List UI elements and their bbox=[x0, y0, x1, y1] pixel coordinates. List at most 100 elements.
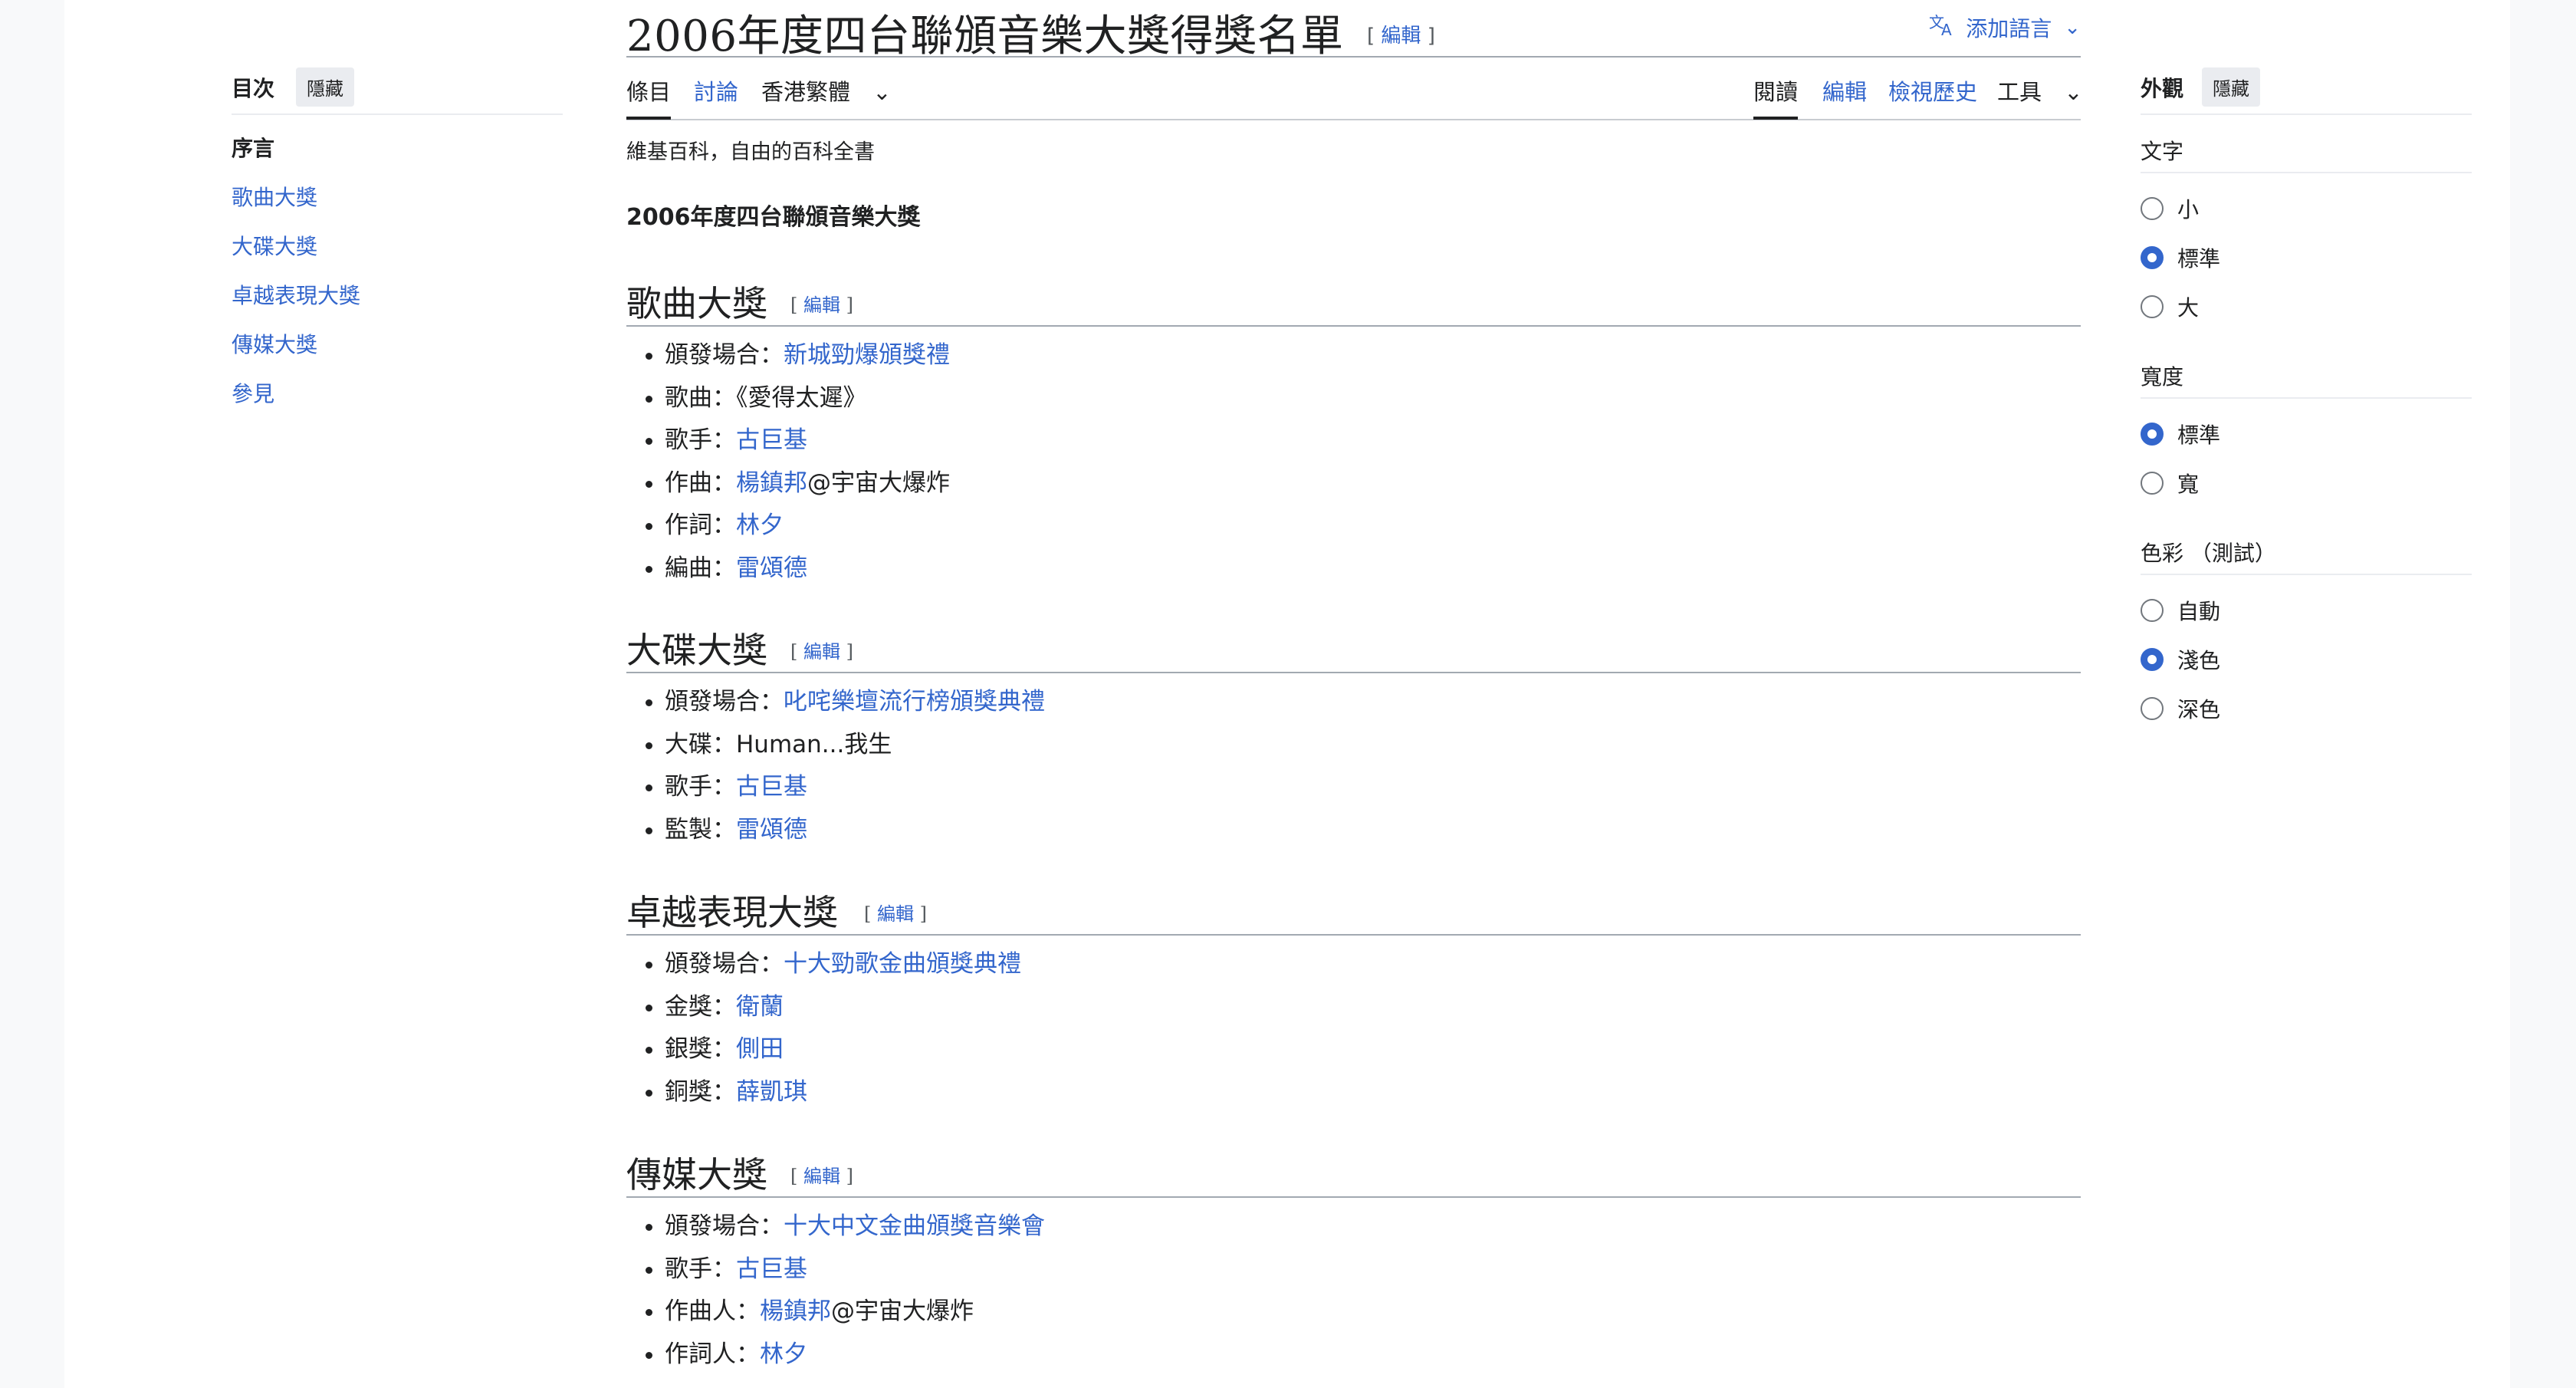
toc-item-intro[interactable]: 序言 bbox=[232, 124, 563, 173]
link[interactable]: 林夕 bbox=[736, 511, 784, 539]
link[interactable]: 雷頌德 bbox=[736, 554, 807, 582]
page: 2006年度四台聯頒音樂大獎得獎名單 [ 編輯 ] 文A 添加語言 ⌄ 條目 討… bbox=[64, 0, 2510, 1388]
translate-icon: 文A bbox=[1929, 12, 1957, 43]
color-auto-radio[interactable]: 自動 bbox=[2141, 595, 2220, 626]
list-item: 頒發場合：新城勁爆頒獎禮 bbox=[665, 334, 2081, 377]
toc-header: 目次 隱藏 bbox=[232, 67, 563, 115]
list-item: 金獎：衛蘭 bbox=[665, 986, 2081, 1029]
color-group-title: 色彩 （測試） bbox=[2141, 537, 2472, 575]
link[interactable]: 雷頌德 bbox=[736, 816, 807, 844]
list-item: 作曲人：楊鎮邦@宇宙大爆炸 bbox=[665, 1291, 2081, 1334]
list-item: 頒發場合：十大勁歌金曲頒獎典禮 bbox=[665, 943, 2081, 986]
section-album-award: 大碟大獎 [ 編輯 ] 頒發場合：叱咤樂壇流行榜頒獎典禮 大碟：Human...… bbox=[626, 623, 2081, 851]
page-title: 2006年度四台聯頒音樂大獎得獎名單 bbox=[626, 12, 1344, 61]
radio-circle bbox=[2141, 648, 2164, 671]
text-size-standard-radio[interactable]: 標準 bbox=[2141, 242, 2220, 273]
link[interactable]: 楊鎮邦 bbox=[760, 1298, 831, 1325]
lead-text: 2006年度四台聯頒音樂大獎 bbox=[626, 204, 921, 231]
section-edit-link[interactable]: [ 編輯 ] bbox=[790, 1161, 853, 1188]
radio-circle bbox=[2141, 246, 2164, 269]
section-song-award: 歌曲大獎 [ 編輯 ] 頒發場合：新城勁爆頒獎禮 歌曲：《愛得太遲》 歌手：古巨… bbox=[626, 276, 2081, 590]
list-item: 歌手：古巨基 bbox=[665, 1248, 2081, 1291]
chevron-down-icon: ⌄ bbox=[2064, 16, 2081, 39]
tab-read[interactable]: 閱讀 bbox=[1753, 74, 1799, 120]
list-item: 編曲：雷頌德 bbox=[665, 548, 2081, 590]
link[interactable]: 衛蘭 bbox=[736, 993, 784, 1021]
table-of-contents: 目次 隱藏 序言 歌曲大獎 大碟大獎 卓越表現大獎 傳媒大獎 參見 bbox=[232, 67, 563, 419]
radio-circle bbox=[2141, 599, 2164, 622]
add-language-label: 添加語言 bbox=[1966, 16, 2052, 41]
tab-article[interactable]: 條目 bbox=[626, 74, 672, 120]
color-dark-radio[interactable]: 深色 bbox=[2141, 693, 2220, 724]
chevron-down-icon: ⌄ bbox=[872, 79, 892, 105]
section-edit-link[interactable]: [ 編輯 ] bbox=[864, 899, 927, 926]
list-item: 作曲：楊鎮邦@宇宙大爆炸 bbox=[665, 462, 2081, 505]
site-tagline: 維基百科，自由的百科全書 bbox=[626, 140, 875, 164]
link[interactable]: 古巨基 bbox=[736, 1255, 807, 1283]
link[interactable]: 古巨基 bbox=[736, 426, 807, 454]
section-edit-link[interactable]: [ 編輯 ] bbox=[790, 636, 853, 663]
section-media-award: 傳媒大獎 [ 編輯 ] 頒發場合：十大中文金曲頒獎音樂會 歌手：古巨基 作曲人：… bbox=[626, 1147, 2081, 1376]
chevron-down-icon: ⌄ bbox=[2064, 79, 2083, 105]
list-item: 歌曲：《愛得太遲》 bbox=[665, 377, 2081, 420]
radio-circle bbox=[2141, 697, 2164, 720]
page-title-bar: 2006年度四台聯頒音樂大獎得獎名單 [ 編輯 ] 文A 添加語言 ⌄ bbox=[626, 0, 2081, 61]
toc-hide-button[interactable]: 隱藏 bbox=[296, 67, 354, 107]
tools-label: 工具 bbox=[1997, 79, 2042, 105]
toc-item-media-award[interactable]: 傳媒大獎 bbox=[232, 321, 563, 370]
text-size-large-radio[interactable]: 大 bbox=[2141, 291, 2199, 322]
list-item: 大碟：Human...我生 bbox=[665, 724, 2081, 767]
toc-item-album-award[interactable]: 大碟大獎 bbox=[232, 222, 563, 271]
link[interactable]: 薛凱琪 bbox=[736, 1078, 807, 1106]
text-size-small-radio[interactable]: 小 bbox=[2141, 193, 2199, 224]
list-item: 銀獎：側田 bbox=[665, 1028, 2081, 1071]
appearance-panel: 外觀 隱藏 文字 小 標準 大 寬度 標準 寬 色彩 （測試） 自動 淺色 深色 bbox=[2141, 67, 2472, 722]
list-item: 頒發場合：十大中文金曲頒獎音樂會 bbox=[665, 1205, 2081, 1248]
color-light-radio[interactable]: 淺色 bbox=[2141, 644, 2220, 675]
section-heading: 歌曲大獎 [ 編輯 ] bbox=[626, 276, 2081, 327]
width-standard-radio[interactable]: 標準 bbox=[2141, 419, 2220, 449]
link[interactable]: 林夕 bbox=[760, 1340, 807, 1368]
link[interactable]: 側田 bbox=[736, 1035, 784, 1063]
toc-item-song-award[interactable]: 歌曲大獎 bbox=[232, 173, 563, 222]
radio-circle bbox=[2141, 472, 2164, 495]
tab-history[interactable]: 檢視歷史 bbox=[1888, 74, 1977, 117]
tab-edit[interactable]: 編輯 bbox=[1822, 74, 1867, 117]
toc-item-performance-award[interactable]: 卓越表現大獎 bbox=[232, 271, 563, 321]
variant-label: 香港繁體 bbox=[761, 79, 851, 105]
link[interactable]: 十大中文金曲頒獎音樂會 bbox=[784, 1212, 1045, 1240]
tools-dropdown[interactable]: 工具 ⌄ bbox=[1997, 74, 2083, 117]
width-wide-radio[interactable]: 寬 bbox=[2141, 468, 2199, 498]
radio-circle bbox=[2141, 295, 2164, 318]
radio-circle bbox=[2141, 423, 2164, 446]
toc-title: 目次 bbox=[232, 76, 275, 101]
list-item: 銅獎：薛凱琪 bbox=[665, 1071, 2081, 1114]
svg-text:A: A bbox=[1941, 21, 1952, 37]
appearance-header: 外觀 隱藏 bbox=[2141, 67, 2472, 115]
section-heading: 大碟大獎 [ 編輯 ] bbox=[626, 623, 2081, 673]
variant-dropdown[interactable]: 香港繁體 ⌄ bbox=[761, 74, 892, 117]
link[interactable]: 叱咤樂壇流行榜頒獎典禮 bbox=[784, 688, 1045, 715]
title-edit-link[interactable]: [ 編輯 ] bbox=[1367, 20, 1435, 48]
list-item: 歌手：古巨基 bbox=[665, 419, 2081, 462]
add-language-button[interactable]: 文A 添加語言 ⌄ bbox=[1929, 12, 2081, 43]
list-item: 監製：雷頌德 bbox=[665, 809, 2081, 852]
link[interactable]: 古巨基 bbox=[736, 773, 807, 801]
text-size-group-title: 文字 bbox=[2141, 135, 2472, 173]
radio-circle bbox=[2141, 197, 2164, 220]
toc-item-see-also[interactable]: 參見 bbox=[232, 370, 563, 419]
section-edit-link[interactable]: [ 編輯 ] bbox=[790, 290, 853, 317]
appearance-hide-button[interactable]: 隱藏 bbox=[2202, 67, 2260, 107]
link[interactable]: 十大勁歌金曲頒獎典禮 bbox=[784, 950, 1021, 978]
link[interactable]: 楊鎮邦 bbox=[736, 469, 807, 497]
appearance-title: 外觀 bbox=[2141, 76, 2184, 101]
section-heading: 傳媒大獎 [ 編輯 ] bbox=[626, 1147, 2081, 1198]
section-heading: 卓越表現大獎 [ 編輯 ] bbox=[626, 885, 2081, 936]
list-item: 歌手：古巨基 bbox=[665, 766, 2081, 809]
list-item: 頒發場合：叱咤樂壇流行榜頒獎典禮 bbox=[665, 681, 2081, 724]
list-item: 作詞：林夕 bbox=[665, 505, 2081, 548]
tab-talk[interactable]: 討論 bbox=[694, 74, 738, 117]
page-tabs: 條目 討論 香港繁體 ⌄ 閱讀 編輯 檢視歷史 工具 ⌄ bbox=[626, 58, 2083, 120]
link[interactable]: 新城勁爆頒獎禮 bbox=[784, 341, 950, 369]
section-performance-award: 卓越表現大獎 [ 編輯 ] 頒發場合：十大勁歌金曲頒獎典禮 金獎：衛蘭 銀獎：側… bbox=[626, 885, 2081, 1113]
